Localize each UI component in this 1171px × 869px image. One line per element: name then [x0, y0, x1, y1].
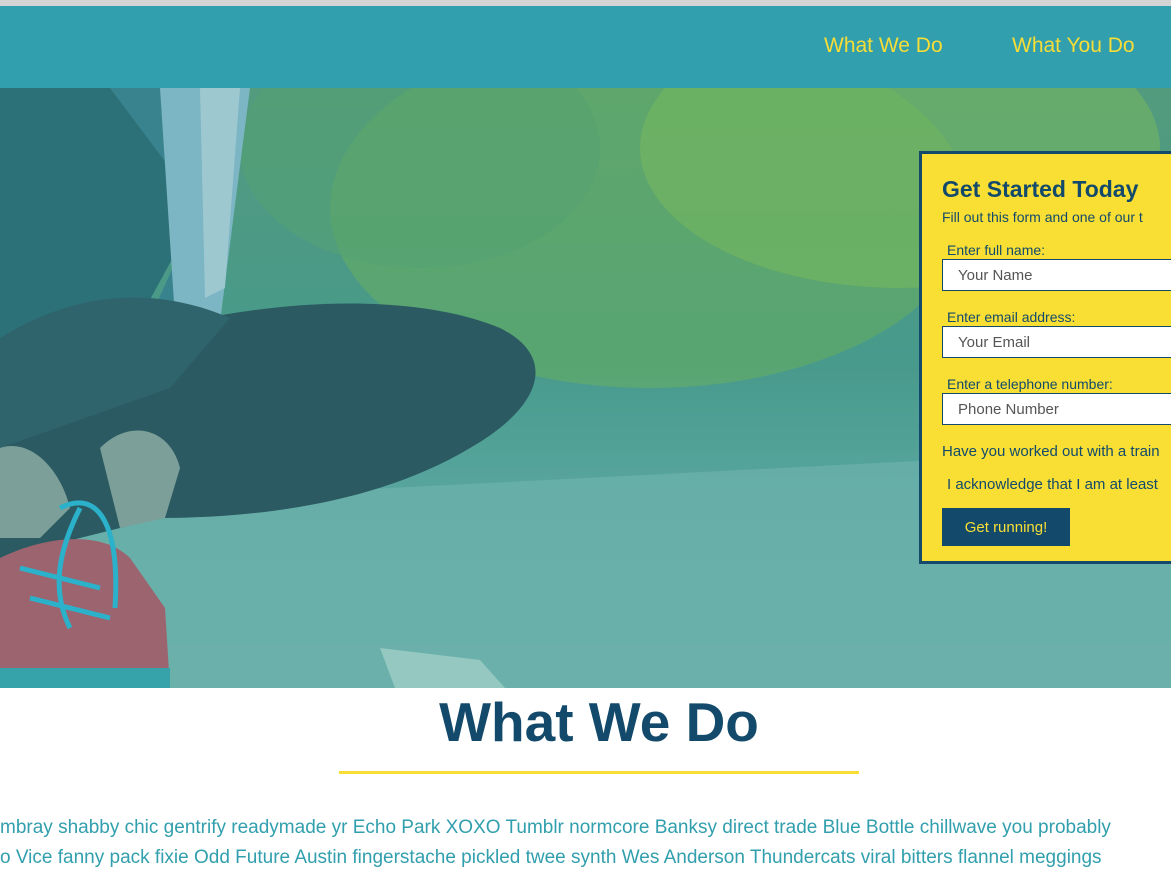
name-label: Enter full name:	[947, 242, 1046, 258]
phone-input[interactable]	[942, 393, 1171, 425]
section-divider	[339, 771, 859, 774]
nav-link-what-you-do[interactable]: What You Do	[1012, 34, 1135, 58]
age-acknowledgement[interactable]: I acknowledge that I am at least	[947, 476, 1158, 493]
form-subtitle: Fill out this form and one of our t	[942, 209, 1143, 225]
form-title: Get Started Today	[942, 176, 1139, 202]
body-text-line-2: o Vice fanny pack fixie Odd Future Austi…	[0, 847, 1102, 868]
email-input[interactable]	[942, 326, 1171, 358]
body-text-line-1: mbray shabby chic gentrify readymade yr …	[0, 817, 1111, 838]
section-title: What We Do	[439, 691, 759, 753]
trainer-question: Have you worked out with a train	[942, 443, 1160, 460]
signup-form-panel: Get Started Today Fill out this form and…	[919, 151, 1171, 564]
top-navbar: What We Do What You Do	[0, 6, 1171, 88]
get-running-button[interactable]: Get running!	[942, 508, 1070, 546]
email-label: Enter email address:	[947, 309, 1076, 325]
phone-label: Enter a telephone number:	[947, 376, 1113, 392]
nav-link-what-we-do[interactable]: What We Do	[824, 34, 943, 58]
name-input[interactable]	[942, 259, 1171, 291]
